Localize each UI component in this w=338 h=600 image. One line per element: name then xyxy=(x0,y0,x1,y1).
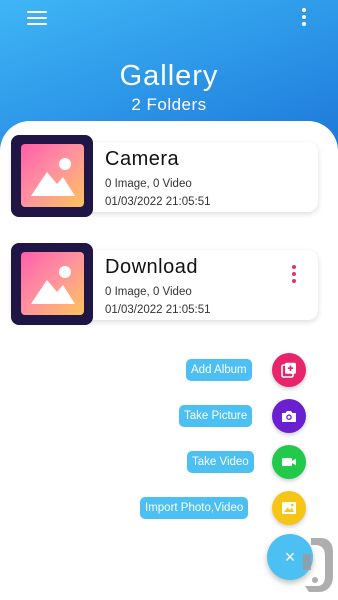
image-placeholder-icon xyxy=(31,266,75,304)
folder-thumbnail-camera[interactable] xyxy=(11,135,93,217)
take-picture-button[interactable] xyxy=(272,399,306,433)
folder-date: 01/03/2022 21:05:51 xyxy=(105,196,211,208)
folder-counts: 0 Image, 0 Video xyxy=(105,286,192,298)
folder-options-icon[interactable] xyxy=(290,265,298,283)
camera-icon xyxy=(282,411,296,422)
folder-counts: 0 Image, 0 Video xyxy=(105,178,192,190)
folder-name: Download xyxy=(105,256,198,278)
take-video-button[interactable] xyxy=(272,445,306,479)
videocam-icon xyxy=(282,458,296,466)
page-title: Gallery xyxy=(119,60,219,92)
take-picture-label[interactable]: Take Picture xyxy=(179,405,253,427)
image-placeholder-icon xyxy=(31,158,75,196)
take-video-label[interactable]: Take Video xyxy=(187,451,254,473)
folder-name: Camera xyxy=(105,148,180,170)
store-logo-icon xyxy=(303,538,333,592)
folder-count: 2 Folders xyxy=(131,95,207,114)
hamburger-menu-icon[interactable] xyxy=(27,11,47,25)
add-album-label[interactable]: Add Album xyxy=(186,359,252,381)
import-photo-video-button[interactable] xyxy=(272,491,306,525)
more-options-icon[interactable] xyxy=(298,8,310,26)
add-album-button[interactable] xyxy=(272,353,306,387)
image-icon xyxy=(282,502,296,514)
folder-thumbnail-download[interactable] xyxy=(11,243,93,325)
import-photo-video-label[interactable]: Import Photo,Video xyxy=(140,497,249,519)
folder-date: 01/03/2022 21:05:51 xyxy=(105,304,211,316)
add-album-icon xyxy=(281,362,296,378)
